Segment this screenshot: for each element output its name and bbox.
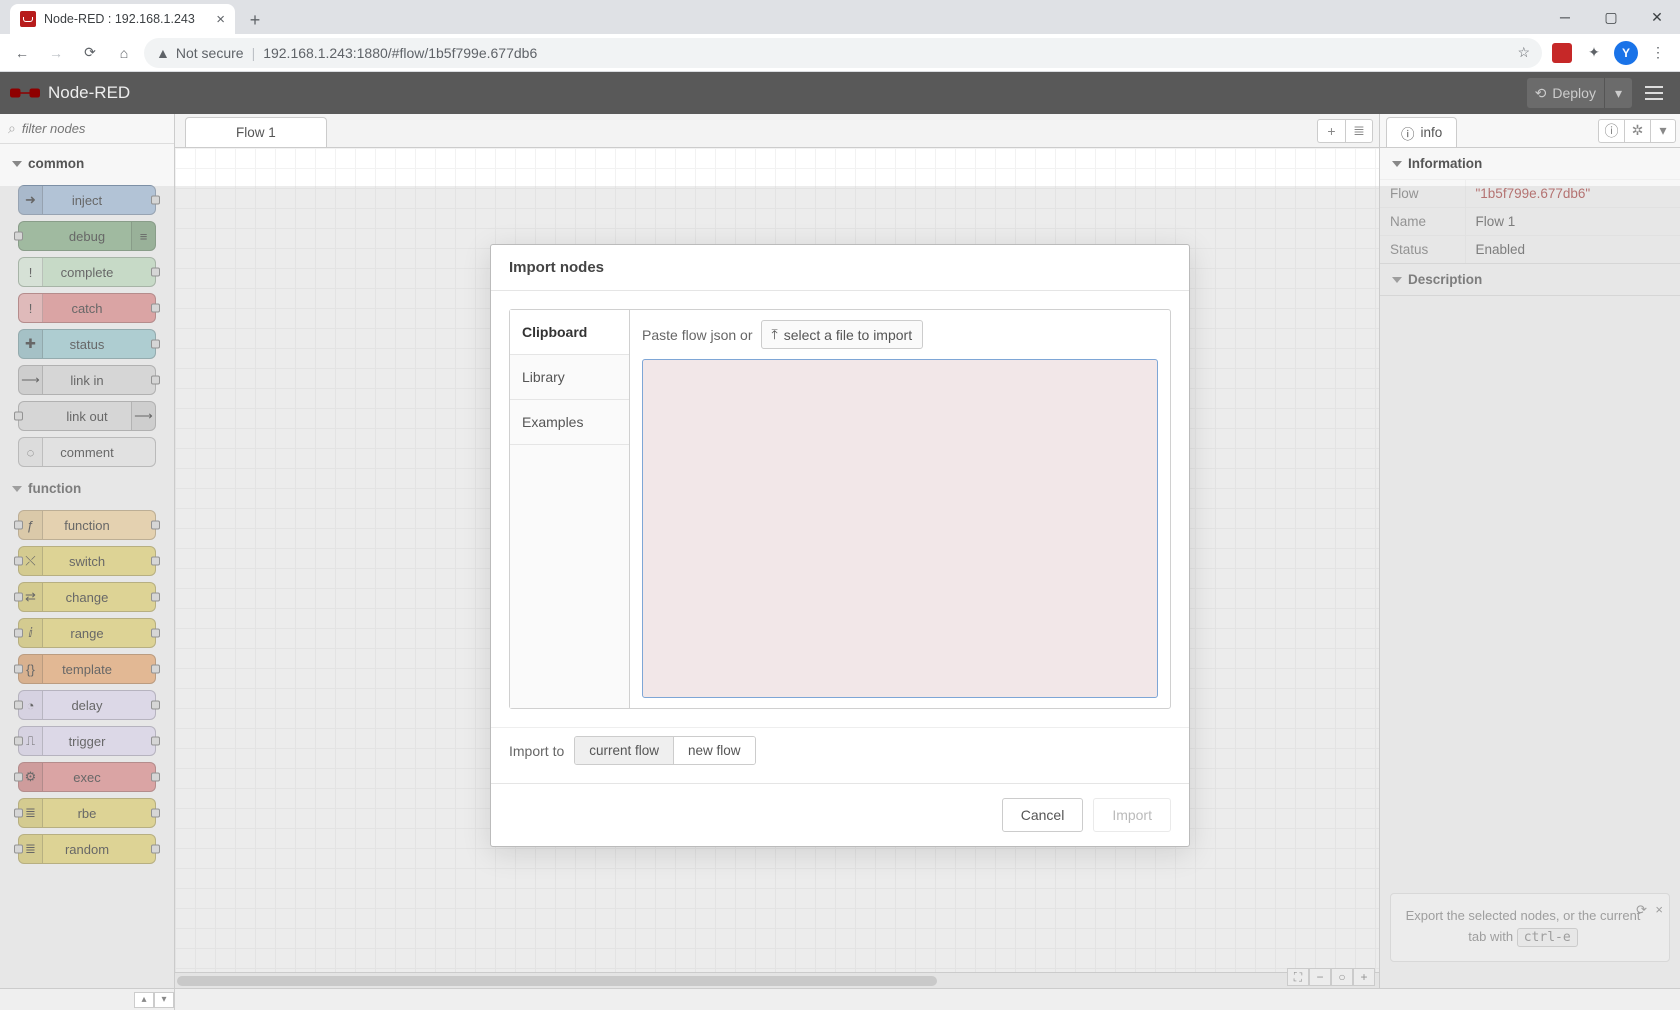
nodered-footer: ▴ ▾ xyxy=(0,988,1680,1010)
deploy-icon: ⟲ xyxy=(1535,85,1547,102)
browser-tab[interactable]: Node-RED : 192.168.1.243 × xyxy=(10,4,235,34)
main-menu-button[interactable] xyxy=(1638,78,1670,108)
deploy-button[interactable]: ⟲ Deploy ▾ xyxy=(1527,78,1632,108)
nav-forward-icon[interactable]: → xyxy=(42,39,70,67)
browser-actions: ✦ Y ⋮ xyxy=(1548,39,1672,67)
import-button[interactable]: Import xyxy=(1093,798,1171,832)
nav-reload-icon[interactable]: ⟳ xyxy=(76,39,104,67)
nodered-favicon-icon xyxy=(20,11,36,27)
browser-tabstrip: Node-RED : 192.168.1.243 × + xyxy=(0,0,1680,34)
import-source-clipboard[interactable]: Clipboard xyxy=(510,310,629,355)
extensions-puzzle-icon[interactable]: ✦ xyxy=(1580,39,1608,67)
nodered-header: Node-RED ⟲ Deploy ▾ xyxy=(0,72,1680,114)
palette-prev-icon[interactable]: ▴ xyxy=(134,992,154,1008)
browser-menu-icon[interactable]: ⋮ xyxy=(1644,39,1672,67)
deploy-label: Deploy xyxy=(1552,85,1596,101)
import-source-library[interactable]: Library xyxy=(510,355,629,400)
url-text: 192.168.1.243:1880/#flow/1b5f799e.677db6 xyxy=(263,45,537,61)
import-target-current[interactable]: current flow xyxy=(575,737,674,764)
bookmark-star-icon[interactable]: ☆ xyxy=(1517,44,1530,61)
palette-next-icon[interactable]: ▾ xyxy=(154,992,174,1008)
new-tab-button[interactable]: + xyxy=(241,6,269,34)
import-source-examples[interactable]: Examples xyxy=(510,400,629,445)
nav-back-icon[interactable]: ← xyxy=(8,39,36,67)
nav-home-icon[interactable]: ⌂ xyxy=(110,39,138,67)
window-maximize-icon[interactable]: ▢ xyxy=(1588,0,1634,34)
not-secure-badge[interactable]: ▲ Not secure xyxy=(156,45,244,61)
url-divider: | xyxy=(252,45,256,61)
paste-flow-label: Paste flow json or xyxy=(642,327,753,343)
import-to-label: Import to xyxy=(509,743,564,759)
window-minimize-icon[interactable]: ─ xyxy=(1542,0,1588,34)
select-file-button[interactable]: ⤒ select a file to import xyxy=(761,320,924,349)
palette-pager: ▴ ▾ xyxy=(0,989,175,1010)
profile-avatar[interactable]: Y xyxy=(1612,39,1640,67)
nodered-logo: Node-RED xyxy=(10,83,130,103)
address-bar[interactable]: ▲ Not secure | 192.168.1.243:1880/#flow/… xyxy=(144,38,1542,68)
import-source-tabs: Clipboard Library Examples xyxy=(510,310,630,708)
nodered-logo-icon xyxy=(10,83,40,103)
not-secure-label: Not secure xyxy=(176,45,244,61)
cancel-button[interactable]: Cancel xyxy=(1002,798,1084,832)
import-target-new[interactable]: new flow xyxy=(674,737,755,764)
window-controls: ─ ▢ ✕ xyxy=(1542,0,1680,34)
dialog-title: Import nodes xyxy=(491,245,1189,291)
extension-1-icon[interactable] xyxy=(1548,39,1576,67)
product-name: Node-RED xyxy=(48,83,130,103)
import-dialog: Import nodes Clipboard Library Examples … xyxy=(490,244,1190,847)
import-target-segmented: current flow new flow xyxy=(574,736,755,765)
browser-tab-title: Node-RED : 192.168.1.243 xyxy=(44,12,195,26)
browser-toolbar: ← → ⟳ ⌂ ▲ Not secure | 192.168.1.243:188… xyxy=(0,34,1680,72)
window-close-icon[interactable]: ✕ xyxy=(1634,0,1680,34)
nodered-body: ⌕ common ➜ inject debug ≡ ! complete ! c… xyxy=(0,114,1680,988)
deploy-dropdown-icon[interactable]: ▾ xyxy=(1611,85,1626,102)
import-json-textarea[interactable] xyxy=(642,359,1158,698)
upload-icon: ⤒ xyxy=(772,326,778,343)
warning-icon: ▲ xyxy=(156,45,170,61)
tab-close-icon[interactable]: × xyxy=(216,11,225,28)
modal-overlay: Import nodes Clipboard Library Examples … xyxy=(0,114,1680,988)
